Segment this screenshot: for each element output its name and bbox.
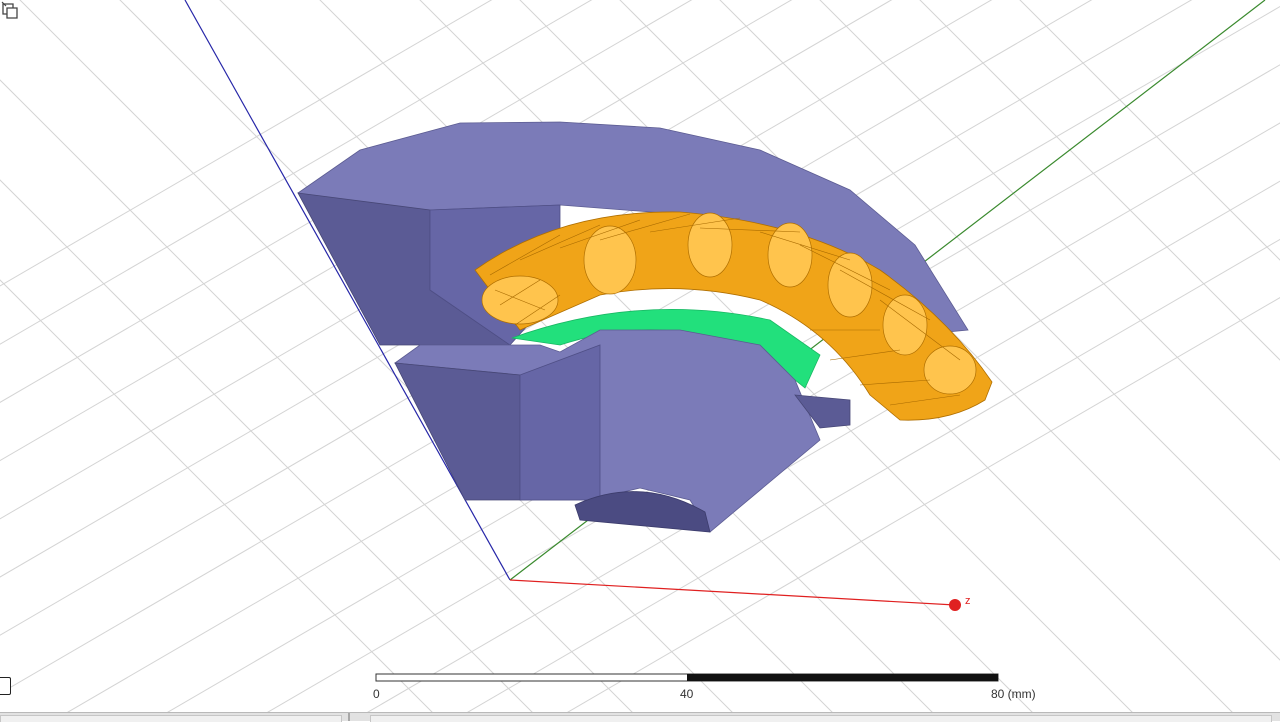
model-canvas[interactable]: z <box>0 0 1280 712</box>
scale-tick-40: 40 <box>680 687 694 701</box>
left-pane-tab[interactable] <box>0 715 342 722</box>
rotor-side-face[interactable] <box>394 362 521 501</box>
scale-tick-0: 0 <box>373 687 380 701</box>
3d-modeler-viewport[interactable]: z 0 40 80 (mm) <box>0 0 1280 712</box>
z-axis-label: z <box>965 595 971 607</box>
z-axis-marker[interactable] <box>949 599 961 611</box>
view-toggle-icon[interactable] <box>0 677 11 695</box>
z-axis-line <box>509 579 956 606</box>
rotate-cursor-icon <box>1 1 18 19</box>
scale-tick-80: 80 (mm) <box>991 687 1036 701</box>
right-pane-tab[interactable] <box>370 715 1272 722</box>
